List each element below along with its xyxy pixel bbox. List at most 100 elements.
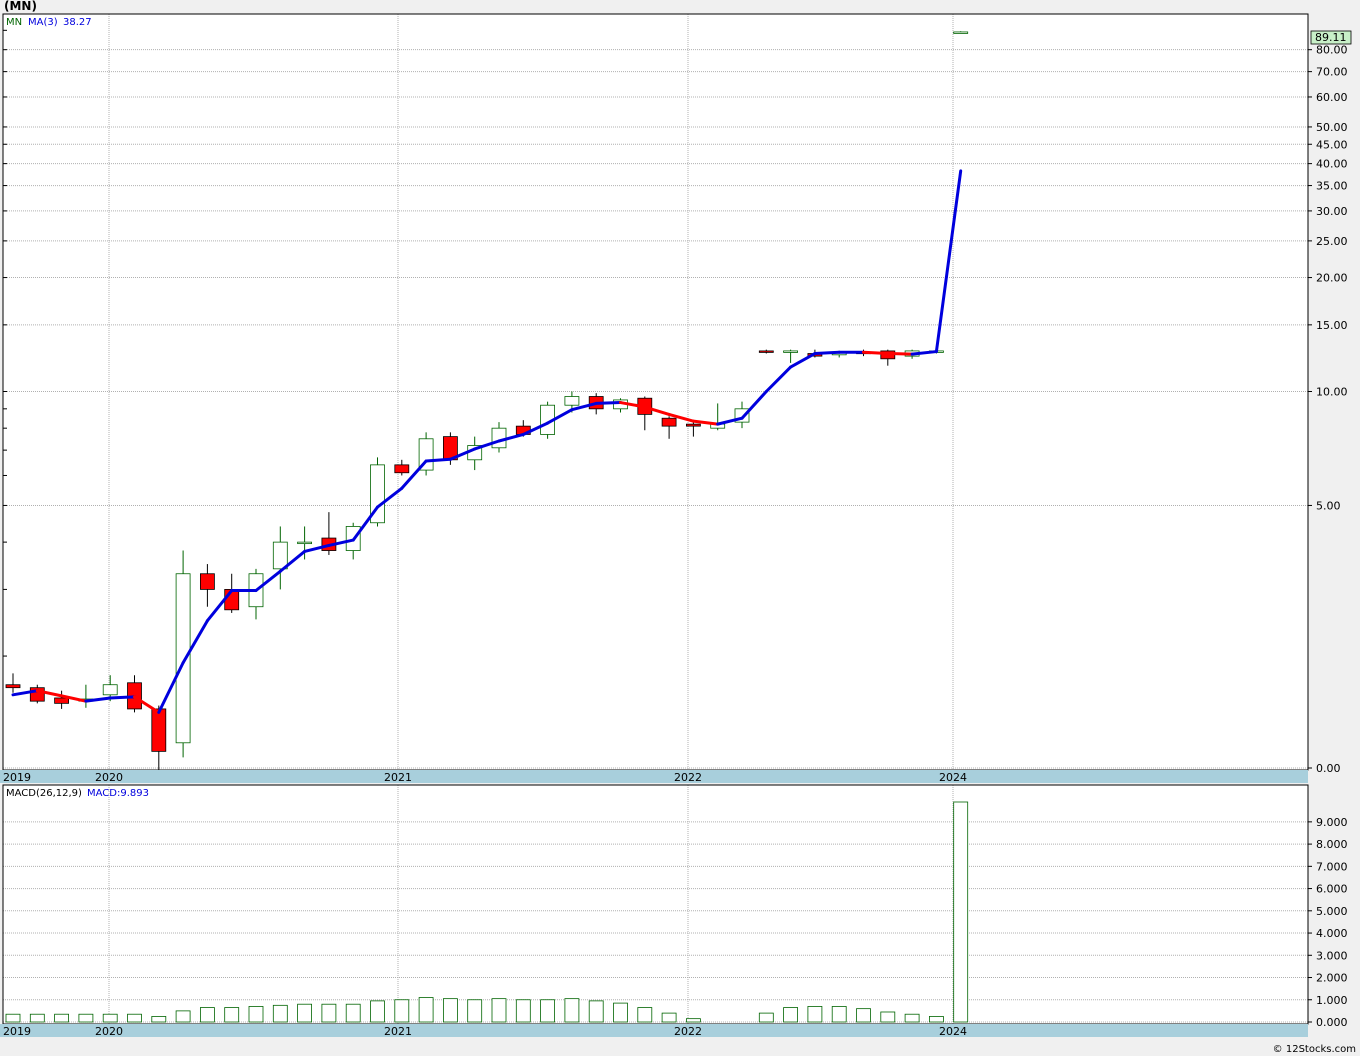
ma-segment bbox=[886, 352, 914, 356]
price-tick-label: 80.00 bbox=[1316, 44, 1348, 57]
macd-bar bbox=[127, 1013, 142, 1023]
macd-tick-label: 4.000 bbox=[1316, 927, 1348, 940]
ma-segment bbox=[108, 695, 136, 700]
macd-bar bbox=[370, 1000, 385, 1023]
macd-bar bbox=[54, 1013, 69, 1023]
macd-tick-label: 8.000 bbox=[1316, 838, 1348, 851]
price-tick-label: 0.00 bbox=[1316, 762, 1341, 775]
macd-tick-label: 3.000 bbox=[1316, 949, 1348, 962]
macd-bar bbox=[588, 1000, 604, 1023]
ma-segment bbox=[813, 350, 841, 356]
ma-segment bbox=[594, 401, 622, 405]
macd-panel bbox=[3, 785, 1308, 1024]
macd-bar bbox=[442, 998, 458, 1023]
price-tick-label: 10.00 bbox=[1316, 386, 1348, 399]
ticker-title: (MN) bbox=[4, 0, 37, 13]
macd-bar bbox=[880, 1011, 896, 1023]
macd-legend-value: MACD:9.893 bbox=[87, 788, 149, 799]
macd-bar bbox=[199, 1007, 215, 1023]
candle-body bbox=[661, 417, 677, 427]
macd-tick-label: 9.000 bbox=[1316, 816, 1348, 829]
macd-bar bbox=[29, 1013, 45, 1023]
price-tick-label: 30.00 bbox=[1316, 205, 1348, 218]
year-label: 2020 bbox=[95, 771, 123, 784]
macd-bar bbox=[540, 999, 555, 1023]
macd-bar bbox=[345, 1003, 361, 1023]
macd-bar bbox=[783, 1007, 798, 1023]
year-label: 2019 bbox=[3, 1025, 31, 1038]
macd-bar bbox=[467, 999, 483, 1023]
candle-body bbox=[783, 350, 798, 353]
macd-bar bbox=[613, 1002, 628, 1023]
candle-body bbox=[953, 31, 969, 34]
year-label: 2019 bbox=[3, 771, 31, 784]
year-label: 2021 bbox=[384, 771, 412, 784]
candle-body bbox=[175, 573, 191, 744]
macd-tick-label: 0.000 bbox=[1316, 1016, 1348, 1029]
macd-bar bbox=[515, 999, 531, 1023]
price-tick-label: 45.00 bbox=[1316, 138, 1348, 151]
macd-bar bbox=[831, 1006, 847, 1023]
macd-bar bbox=[929, 1016, 944, 1023]
candle-body bbox=[151, 708, 167, 752]
macd-bar bbox=[175, 1010, 191, 1023]
macd-bar bbox=[5, 1013, 21, 1023]
macd-bar bbox=[321, 1003, 337, 1023]
candle-body bbox=[272, 541, 288, 570]
candle-body bbox=[297, 541, 313, 545]
macd-y-axis: 9.000 8.000 7.000 6.000 5.000 4.000 3.000 2.000… bbox=[1308, 816, 1348, 1029]
legend-ma-value: 38.27 bbox=[63, 17, 92, 28]
legend-ma-label: MA(3) bbox=[28, 17, 58, 28]
price-tick-label: 50.00 bbox=[1316, 121, 1348, 134]
candle-body bbox=[491, 427, 507, 449]
candle-body bbox=[758, 350, 774, 353]
macd-bar bbox=[637, 1007, 653, 1023]
macd-tick-label: 6.000 bbox=[1316, 883, 1348, 896]
price-tick-label: 25.00 bbox=[1316, 235, 1348, 248]
candle-body bbox=[686, 423, 701, 427]
macd-bar bbox=[297, 1003, 313, 1023]
macd-bar bbox=[151, 1016, 167, 1023]
year-label: 2021 bbox=[384, 1025, 412, 1038]
macd-legend-label: MACD(26,12,9) bbox=[6, 788, 82, 799]
price-tick-label: 60.00 bbox=[1316, 91, 1348, 104]
macd-tick-label: 1.000 bbox=[1316, 994, 1348, 1007]
legend-symbol: MN bbox=[6, 17, 22, 28]
macd-tick-label: 7.000 bbox=[1316, 860, 1348, 873]
macd-bar bbox=[491, 998, 507, 1023]
macd-bar bbox=[904, 1013, 920, 1023]
candle-body bbox=[199, 573, 215, 590]
macd-bar bbox=[564, 998, 580, 1023]
price-tick-label: 70.00 bbox=[1316, 66, 1348, 79]
macd-bar bbox=[758, 1012, 774, 1023]
watermark: © 12Stocks.com bbox=[1273, 1044, 1356, 1055]
stock-chart: 80.00 70.00 60.00 50.00 45.00 40.00 35.00 30.00… bbox=[0, 0, 1356, 1055]
macd-bar bbox=[953, 801, 969, 1023]
last-price-label: 89.11 bbox=[1315, 31, 1347, 44]
candle-body bbox=[54, 697, 69, 704]
price-tick-label: 5.00 bbox=[1316, 499, 1341, 512]
macd-bar bbox=[418, 997, 434, 1023]
price-tick-label: 20.00 bbox=[1316, 272, 1348, 285]
candle-body bbox=[394, 464, 410, 474]
year-band-bottom bbox=[0, 1024, 1308, 1037]
macd-bar bbox=[248, 1006, 264, 1023]
candle-body bbox=[564, 396, 580, 406]
macd-bar bbox=[224, 1007, 240, 1023]
macd-bar bbox=[102, 1013, 118, 1023]
candle-body bbox=[102, 684, 118, 696]
year-label: 2020 bbox=[95, 1025, 123, 1038]
macd-bar bbox=[78, 1013, 94, 1023]
macd-bar bbox=[856, 1008, 871, 1023]
ma-segment bbox=[862, 350, 890, 356]
macd-bar bbox=[686, 1018, 701, 1023]
macd-tick-label: 2.000 bbox=[1316, 972, 1348, 985]
macd-bar bbox=[661, 1012, 677, 1023]
candle-body bbox=[5, 684, 21, 689]
year-band-top bbox=[0, 770, 1308, 783]
price-tick-label: 35.00 bbox=[1316, 180, 1348, 193]
year-label: 2022 bbox=[674, 771, 702, 784]
price-tick-label: 40.00 bbox=[1316, 158, 1348, 171]
year-label: 2022 bbox=[674, 1025, 702, 1038]
macd-bar bbox=[272, 1004, 288, 1023]
